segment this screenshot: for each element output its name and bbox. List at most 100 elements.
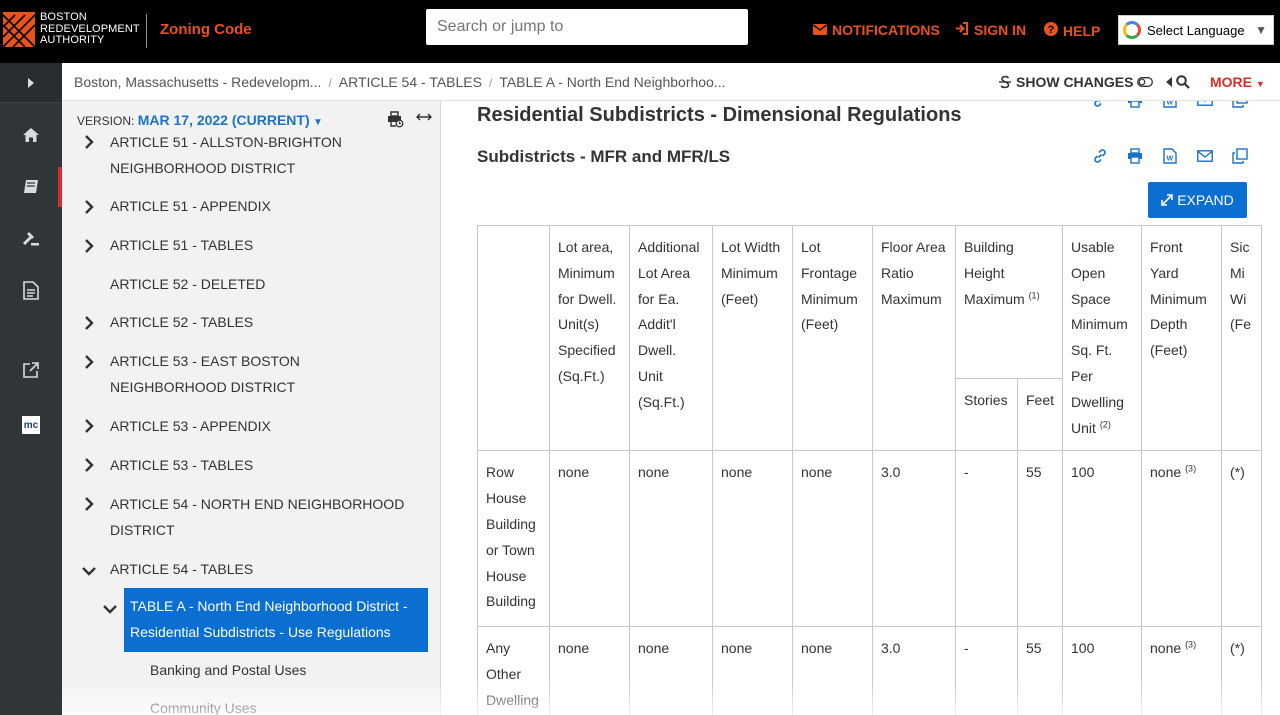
table-cell: none <box>549 626 630 715</box>
chevron-right-icon[interactable] <box>84 497 98 511</box>
toc-sub-item[interactable]: Banking and Postal Uses <box>150 662 306 678</box>
print-history-icon[interactable] <box>387 111 404 128</box>
toc-item[interactable]: ARTICLE 54 - NORTH END NEIGHBORHOOD DIST… <box>110 491 420 543</box>
breadcrumb-separator: / <box>328 76 332 90</box>
bra-logo-text: BOSTON REDEVELOPMENT AUTHORITY <box>40 11 140 46</box>
footnote-ref[interactable]: (3) <box>1185 464 1196 474</box>
search-within-button[interactable] <box>1166 75 1190 89</box>
table-cell: - <box>955 626 1018 715</box>
footnote-ref[interactable]: (3) <box>1185 640 1196 650</box>
svg-text:W: W <box>1166 156 1173 163</box>
table-header-cell: Lot Frontage Minimum (Feet) <box>792 224 873 452</box>
toc-item[interactable]: ARTICLE 53 - EAST BOSTON NEIGHBORHOOD DI… <box>110 348 420 400</box>
expand-button[interactable]: EXPAND <box>1148 182 1247 218</box>
toc-tools <box>387 111 432 128</box>
language-select[interactable]: Select Language ▼ <box>1118 15 1274 45</box>
footnote-ref[interactable]: (2) <box>1100 419 1111 429</box>
more-menu[interactable]: MORE ▼ <box>1210 74 1265 90</box>
copy-icon[interactable] <box>1231 101 1249 109</box>
table-cell: 100 <box>1062 626 1143 715</box>
toc-item[interactable]: ARTICLE 52 - TABLES <box>110 309 420 335</box>
chevron-right-icon[interactable] <box>84 419 98 433</box>
svg-text:?: ? <box>1048 24 1055 36</box>
chevron-right-icon[interactable] <box>84 355 98 369</box>
chevron-down-icon[interactable] <box>103 601 117 615</box>
caret-down-icon: ▼ <box>312 117 323 128</box>
table-cell: none <box>792 450 873 628</box>
breadcrumb-bar: Boston, Massachusetts - Redevelopm... / AR… <box>62 63 1280 101</box>
toc-sub-item[interactable]: Community Uses <box>150 700 257 715</box>
help-link[interactable]: ? HELP <box>1044 22 1100 39</box>
book-icon <box>24 180 38 193</box>
code-book-button[interactable] <box>0 167 62 207</box>
breadcrumb-separator: / <box>488 76 493 90</box>
table-cell: none (3) <box>1141 626 1223 715</box>
dimensional-regulations-table: Lot area, Minimum for Dwell. Unit(s) Spe… <box>477 224 1263 715</box>
documents-button[interactable] <box>0 270 62 310</box>
version-selector[interactable]: VERSION: MAR 17, 2022 (CURRENT) ▼ <box>77 112 323 128</box>
subsection-title: Subdistricts - MFR and MFR/LS <box>477 147 731 166</box>
email-icon[interactable] <box>1196 147 1214 165</box>
caret-down-icon: ▼ <box>1255 79 1265 89</box>
bra-logo[interactable]: BOSTON REDEVELOPMENT AUTHORITY <box>3 11 140 47</box>
breadcrumb-item[interactable]: Boston, Massachusetts - Redevelopm... <box>74 74 321 90</box>
toc-item[interactable]: ARTICLE 51 - TABLES <box>110 232 420 258</box>
home-button[interactable] <box>0 115 62 155</box>
chevron-right-icon[interactable] <box>84 200 98 214</box>
question-circle-icon: ? <box>1044 22 1058 39</box>
toc-item[interactable]: ARTICLE 53 - APPENDIX <box>110 413 420 439</box>
table-cell: 55 <box>1016 626 1064 715</box>
notifications-link[interactable]: NOTIFICATIONS <box>813 22 940 38</box>
toggle-off-icon <box>1137 77 1154 87</box>
link-icon[interactable] <box>1091 147 1109 165</box>
section-title: Residential Subdistricts - Dimensional R… <box>477 104 962 126</box>
toc-item-selected[interactable]: TABLE A - North End Neighborhood Distric… <box>124 588 428 652</box>
chevron-right-icon[interactable] <box>84 135 98 149</box>
table-row: Any Other Dwelling none none none none 3… <box>477 626 1263 715</box>
breadcrumb-item[interactable]: ARTICLE 54 - TABLES <box>339 74 482 90</box>
copy-icon[interactable] <box>1231 147 1249 165</box>
top-header: BOSTON REDEVELOPMENT AUTHORITY Zoning Co… <box>0 0 1280 63</box>
gavel-button[interactable] <box>0 219 62 259</box>
table-header-cell: Lot area, Minimum for Dwell. Unit(s) Spe… <box>549 224 630 452</box>
word-doc-icon[interactable]: W <box>1161 101 1179 109</box>
print-icon[interactable] <box>1126 147 1144 165</box>
chevron-right-icon[interactable] <box>84 239 98 253</box>
table-header-cell: Feet <box>1016 377 1064 452</box>
product-title[interactable]: Zoning Code <box>160 21 252 38</box>
footnote-ref[interactable]: (1) <box>1029 290 1040 300</box>
envelope-icon <box>813 22 827 38</box>
toc-item[interactable]: ARTICLE 54 - TABLES <box>110 556 420 582</box>
table-cell: 100 <box>1062 450 1143 628</box>
table-cell: 3.0 <box>872 626 956 715</box>
email-icon[interactable] <box>1196 101 1214 109</box>
table-row: Row House Building or Town House Buildin… <box>477 450 1263 628</box>
show-changes-toggle[interactable]: SHOW CHANGES <box>999 74 1154 90</box>
municode-button[interactable]: mc <box>0 405 62 445</box>
chevron-right-icon[interactable] <box>84 458 98 472</box>
table-header-cell: Floor Area Ratio Maximum <box>872 224 956 452</box>
expand-rail-button[interactable] <box>0 63 62 103</box>
search-input[interactable] <box>426 9 748 45</box>
document-icon <box>23 280 39 300</box>
table-header-cell: Sic Mi Wi (Fe <box>1221 224 1263 452</box>
row-label: Row House Building or Town House Buildin… <box>477 450 550 628</box>
word-doc-icon[interactable]: W <box>1161 147 1179 165</box>
chevron-down-icon[interactable] <box>82 563 96 577</box>
resize-horizontal-icon[interactable] <box>416 111 432 123</box>
print-icon[interactable] <box>1126 101 1144 109</box>
subsection-tools: W <box>1091 147 1249 165</box>
table-header-cell: Stories <box>955 377 1018 452</box>
chevron-right-icon[interactable] <box>84 316 98 330</box>
external-link-button[interactable] <box>0 350 62 390</box>
table-cell: 55 <box>1016 450 1064 628</box>
toc-panel: VERSION: MAR 17, 2022 (CURRENT) ▼ ARTICL… <box>62 101 441 715</box>
breadcrumb-item[interactable]: TABLE A - North End Neighborhoo... <box>499 74 725 90</box>
toc-item[interactable]: ARTICLE 51 - ALLSTON-BRIGHTON NEIGHBORHO… <box>110 129 420 181</box>
home-icon <box>23 128 39 142</box>
toc-item[interactable]: ARTICLE 53 - TABLES <box>110 452 420 478</box>
toc-item[interactable]: ARTICLE 51 - APPENDIX <box>110 193 420 219</box>
sign-in-link[interactable]: SIGN IN <box>955 22 1026 38</box>
link-icon[interactable] <box>1091 101 1109 109</box>
toc-item[interactable]: ARTICLE 52 - DELETED <box>110 271 420 297</box>
